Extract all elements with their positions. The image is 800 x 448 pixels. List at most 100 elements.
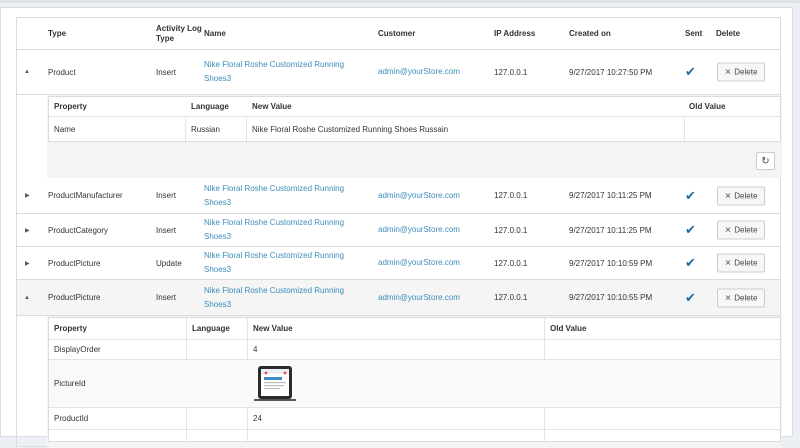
checkmark-icon: ✔ xyxy=(685,289,696,305)
header-new-value: New Value xyxy=(252,101,292,111)
table-row: ▲ ProductPicture Insert Nike Floral Rosh… xyxy=(17,280,780,316)
customer-link[interactable]: admin@yourStore.com xyxy=(378,247,460,279)
cell-ip: 127.0.0.1 xyxy=(494,258,528,268)
property-value: ProductId xyxy=(54,414,89,423)
delete-label: Delete xyxy=(734,293,758,302)
delete-button[interactable]: ✕ Delete xyxy=(717,288,765,307)
header-delete[interactable]: Delete xyxy=(716,18,740,49)
delete-button[interactable]: ✕ Delete xyxy=(717,62,765,82)
customer-link[interactable]: admin@yourStore.com xyxy=(378,178,460,213)
property-value: DisplayOrder xyxy=(54,345,101,354)
new-value: 24 xyxy=(253,414,262,423)
product-name-link[interactable]: Nike Floral Roshe Customized Running Sho… xyxy=(204,247,344,279)
header-language: Language xyxy=(191,101,229,111)
activity-log-panel: Type Activity Log Type Name Customer IP … xyxy=(0,7,793,448)
cell-activity: Insert xyxy=(156,293,177,302)
delete-button[interactable]: ✕ Delete xyxy=(717,220,765,240)
name-line[interactable]: Nike Floral Roshe Customized Running xyxy=(204,216,344,230)
header-property: Property xyxy=(54,101,87,111)
close-icon: ✕ xyxy=(724,258,732,268)
detail-panel: Property Language New Value Old Value Na… xyxy=(47,95,782,178)
checkmark-icon: ✔ xyxy=(685,255,696,270)
header-ip-address[interactable]: IP Address xyxy=(494,18,535,49)
table-row: ▶ ProductPicture Update Nike Floral Rosh… xyxy=(17,247,780,280)
header-name[interactable]: Name xyxy=(204,18,226,49)
close-icon: ✕ xyxy=(724,225,732,235)
header-new-value: New Value xyxy=(253,323,293,333)
cell-created-on: 9/27/2017 10:10:59 PM xyxy=(569,258,653,268)
caret-right-icon[interactable]: ▶ xyxy=(25,247,30,279)
name-line[interactable]: Shoes3 xyxy=(204,263,231,277)
cell-type: ProductManufacturer xyxy=(48,191,123,200)
header-language: Language xyxy=(192,323,230,333)
caret-right-icon[interactable]: ▶ xyxy=(25,214,30,246)
close-icon: ✕ xyxy=(724,293,732,302)
caret-right-icon[interactable]: ▶ xyxy=(25,178,30,213)
delete-button[interactable]: ✕ Delete xyxy=(717,186,765,205)
detail-row: PictureId xyxy=(49,360,780,408)
new-value: 4 xyxy=(253,345,258,354)
detail-table: Property Language New Value Old Value Di… xyxy=(48,317,781,442)
detail-header: Property Language New Value Old Value xyxy=(49,97,780,117)
activity-log-grid: Type Activity Log Type Name Customer IP … xyxy=(16,17,782,448)
delete-label: Delete xyxy=(734,225,758,235)
name-line[interactable]: Shoes3 xyxy=(204,72,231,86)
cell-type: ProductCategory xyxy=(48,225,109,235)
close-icon: ✕ xyxy=(724,191,732,200)
customer-link[interactable]: admin@yourStore.com xyxy=(378,50,460,94)
cell-ip: 127.0.0.1 xyxy=(494,225,528,235)
name-line[interactable]: Nike Floral Roshe Customized Running xyxy=(204,249,344,263)
close-icon: ✕ xyxy=(724,67,732,77)
product-name-link[interactable]: Nike Floral Roshe Customized Running Sho… xyxy=(204,178,344,213)
top-bar xyxy=(0,0,800,3)
cell-type: ProductPicture xyxy=(48,258,101,268)
cell-created-on: 9/27/2017 10:10:55 PM xyxy=(569,293,653,302)
checkmark-icon: ✔ xyxy=(685,222,696,237)
detail-row: ProductId 24 xyxy=(49,408,780,430)
table-row: ▲ Product Insert Nike Floral Roshe Custo… xyxy=(17,50,780,95)
delete-label: Delete xyxy=(734,67,758,77)
name-line[interactable]: Shoes3 xyxy=(204,230,231,244)
table-row: ▶ ProductManufacturer Insert Nike Floral… xyxy=(17,178,780,214)
header-sent[interactable]: Sent xyxy=(685,18,702,49)
header-type[interactable]: Type xyxy=(48,18,66,49)
header-customer[interactable]: Customer xyxy=(378,18,415,49)
name-line[interactable]: Nike Floral Roshe Customized Running xyxy=(204,58,344,72)
cell-type: ProductPicture xyxy=(48,293,101,302)
cell-activity: Insert xyxy=(156,225,177,235)
cell-ip: 127.0.0.1 xyxy=(494,67,528,77)
language-value: Russian xyxy=(191,125,220,134)
checkmark-icon: ✔ xyxy=(685,64,696,79)
customer-link[interactable]: admin@yourStore.com xyxy=(378,214,460,246)
name-line[interactable]: Shoes3 xyxy=(204,196,231,210)
refresh-icon: ↻ xyxy=(761,155,770,167)
cell-ip: 127.0.0.1 xyxy=(494,191,528,200)
name-line[interactable]: Nike Floral Roshe Customized Running xyxy=(204,284,344,298)
product-name-link[interactable]: Nike Floral Roshe Customized Running Sho… xyxy=(204,280,344,315)
cell-created-on: 9/27/2017 10:27:50 PM xyxy=(569,67,653,77)
product-name-link[interactable]: Nike Floral Roshe Customized Running Sho… xyxy=(204,214,344,246)
caret-down-icon[interactable]: ▲ xyxy=(24,280,30,315)
cell-activity: Insert xyxy=(156,67,177,77)
product-name-link[interactable]: Nike Floral Roshe Customized Running Sho… xyxy=(204,50,344,94)
delete-button[interactable]: ✕ Delete xyxy=(717,253,765,273)
header-property: Property xyxy=(54,323,87,333)
property-value: PictureId xyxy=(54,379,86,388)
refresh-button[interactable]: ↻ xyxy=(756,152,775,170)
delete-label: Delete xyxy=(734,258,758,268)
customer-link[interactable]: admin@yourStore.com xyxy=(378,280,460,315)
name-line[interactable]: Nike Floral Roshe Customized Running xyxy=(204,182,344,196)
header-old-value: Old Value xyxy=(689,101,726,111)
name-line[interactable]: Shoes3 xyxy=(204,298,231,312)
cell-activity: Update xyxy=(156,258,182,268)
table-row: ▶ ProductCategory Insert Nike Floral Ros… xyxy=(17,214,780,247)
delete-label: Delete xyxy=(734,191,758,200)
caret-down-icon[interactable]: ▲ xyxy=(24,50,30,94)
detail-row: DisplayOrder 4 xyxy=(49,340,780,360)
detail-header: Property Language New Value Old Value xyxy=(49,318,780,340)
header-old-value: Old Value xyxy=(550,323,587,333)
header-created-on[interactable]: Created on xyxy=(569,18,611,49)
new-value: Nike Floral Roshe Customized Running Sho… xyxy=(252,125,449,134)
header-activity-log-type[interactable]: Activity Log Type xyxy=(156,18,204,49)
cell-ip: 127.0.0.1 xyxy=(494,293,528,302)
